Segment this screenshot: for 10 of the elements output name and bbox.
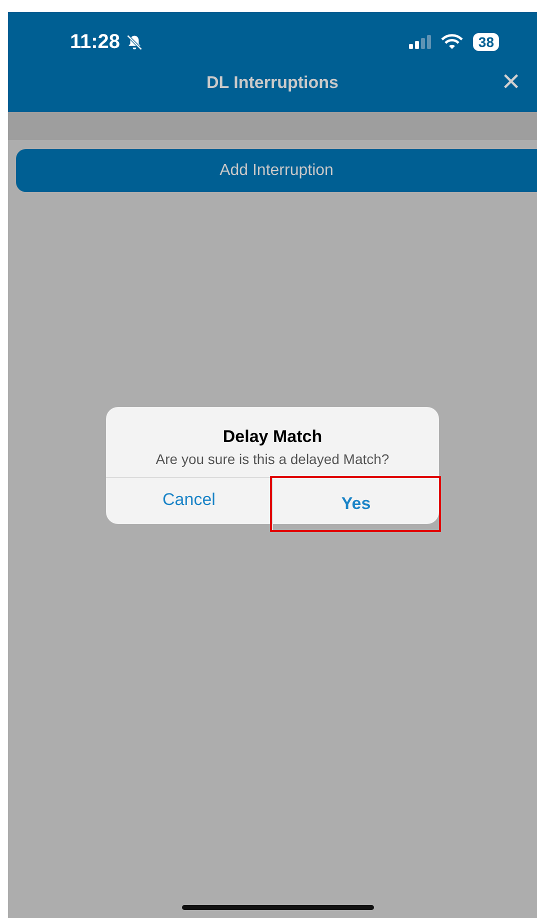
- status-time: 11:28: [70, 30, 120, 54]
- battery-indicator: 38: [473, 33, 499, 51]
- confirm-button[interactable]: Yes: [272, 478, 439, 530]
- dialog-message: Are you sure is this a delayed Match?: [156, 451, 390, 467]
- wifi-icon: [441, 34, 464, 50]
- dialog-title: Delay Match: [222, 427, 322, 447]
- screen-title: DL Interruptions: [206, 73, 338, 93]
- cancel-button[interactable]: Cancel: [106, 478, 272, 521]
- add-interruption-button[interactable]: Add Interruption: [16, 149, 537, 192]
- close-button[interactable]: ✕: [501, 71, 521, 95]
